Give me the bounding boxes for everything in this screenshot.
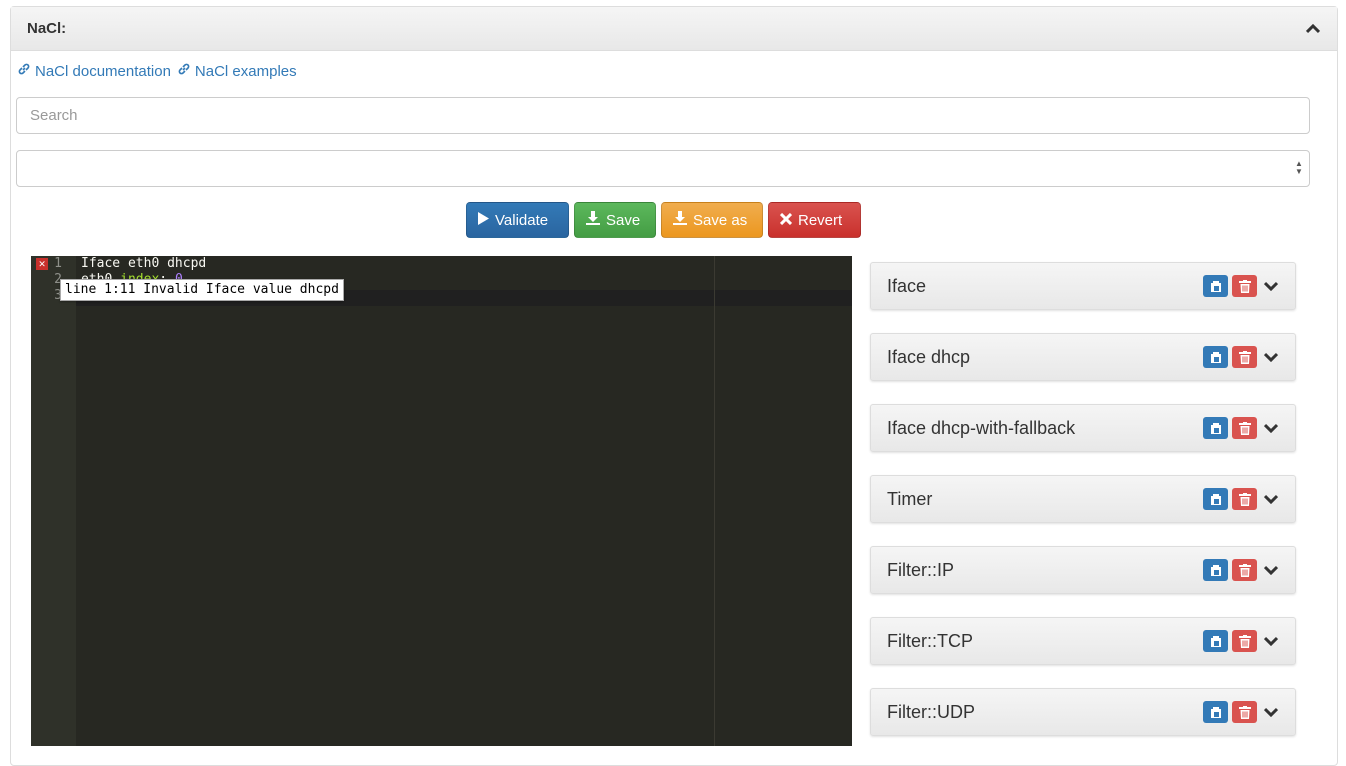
example-card[interactable]: Filter::IP (870, 546, 1296, 594)
example-title: Iface (887, 275, 927, 296)
panel-heading[interactable]: NaCl: (11, 7, 1337, 51)
revert-label: Revert (798, 211, 843, 229)
example-card[interactable]: Timer (870, 475, 1296, 523)
example-title: Timer (887, 488, 933, 509)
revert-button[interactable]: Revert (768, 202, 861, 238)
nacl-documentation-link[interactable]: NaCl documentation (17, 62, 171, 80)
select-arrows-icon: ▲ ▼ (1295, 159, 1303, 176)
example-title: Iface dhcp-with-fallback (887, 417, 1076, 438)
close-icon (779, 212, 793, 229)
chevron-down-icon[interactable] (1263, 278, 1279, 294)
error-tooltip: line 1:11 Invalid Iface value dhcpd (60, 279, 344, 301)
save-button[interactable]: Save (574, 202, 656, 238)
editor-toolbar: Validate Save Save as Revert (466, 202, 861, 238)
example-card[interactable]: Filter::UDP (870, 688, 1296, 736)
paste-icon[interactable] (1203, 346, 1228, 368)
paste-icon[interactable] (1203, 417, 1228, 439)
paste-icon[interactable] (1203, 630, 1228, 652)
validate-button[interactable]: Validate (466, 202, 569, 238)
save-label: Save (606, 211, 641, 229)
chevron-down-icon[interactable] (1263, 491, 1279, 507)
example-title: Iface dhcp (887, 346, 971, 367)
trash-icon[interactable] (1232, 346, 1257, 368)
paste-icon[interactable] (1203, 701, 1228, 723)
panel-title: NaCl: (27, 20, 67, 37)
chevron-up-icon[interactable] (1305, 21, 1321, 37)
link-label: NaCl examples (194, 62, 297, 80)
paste-icon[interactable] (1203, 275, 1228, 297)
doc-links: NaCl documentation NaCl examples (17, 62, 297, 80)
chevron-down-icon[interactable] (1263, 633, 1279, 649)
chevron-down-icon[interactable] (1263, 562, 1279, 578)
chevron-down-icon[interactable] (1263, 349, 1279, 365)
trash-icon[interactable] (1232, 488, 1257, 510)
download-icon (673, 211, 687, 229)
chevron-down-icon[interactable] (1263, 420, 1279, 436)
paste-icon[interactable] (1203, 488, 1228, 510)
search-input[interactable] (16, 97, 1310, 134)
code-line-1: Iface eth0 dhcpd (81, 256, 207, 271)
download-icon (586, 211, 600, 229)
validate-label: Validate (495, 211, 549, 229)
nacl-examples-link[interactable]: NaCl examples (177, 62, 297, 80)
save-as-button[interactable]: Save as (661, 202, 763, 238)
line-number: 1 (54, 256, 62, 271)
save-as-label: Save as (693, 211, 748, 229)
example-select[interactable]: ▲ ▼ (16, 150, 1310, 187)
paste-icon[interactable] (1203, 559, 1228, 581)
trash-icon[interactable] (1232, 559, 1257, 581)
example-card[interactable]: Iface (870, 262, 1296, 310)
error-marker-icon[interactable]: ✕ (36, 258, 48, 270)
trash-icon[interactable] (1232, 701, 1257, 723)
link-icon (17, 62, 31, 80)
example-card[interactable]: Filter::TCP (870, 617, 1296, 665)
example-title: Filter::IP (887, 559, 955, 580)
example-card[interactable]: Iface dhcp-with-fallback (870, 404, 1296, 452)
chevron-down-icon[interactable] (1263, 704, 1279, 720)
code-editor[interactable]: ✕ 1 2 3 Iface eth0 dhcpd eth0.index: 0 l… (31, 256, 852, 746)
example-card[interactable]: Iface dhcp (870, 333, 1296, 381)
editor-gutter: ✕ 1 2 3 (31, 256, 76, 746)
trash-icon[interactable] (1232, 275, 1257, 297)
example-title: Filter::UDP (887, 701, 976, 722)
link-label: NaCl documentation (35, 62, 171, 80)
trash-icon[interactable] (1232, 417, 1257, 439)
play-icon (478, 211, 489, 229)
link-icon (177, 62, 191, 80)
example-title: Filter::TCP (887, 630, 974, 651)
trash-icon[interactable] (1232, 630, 1257, 652)
print-margin (714, 256, 715, 746)
